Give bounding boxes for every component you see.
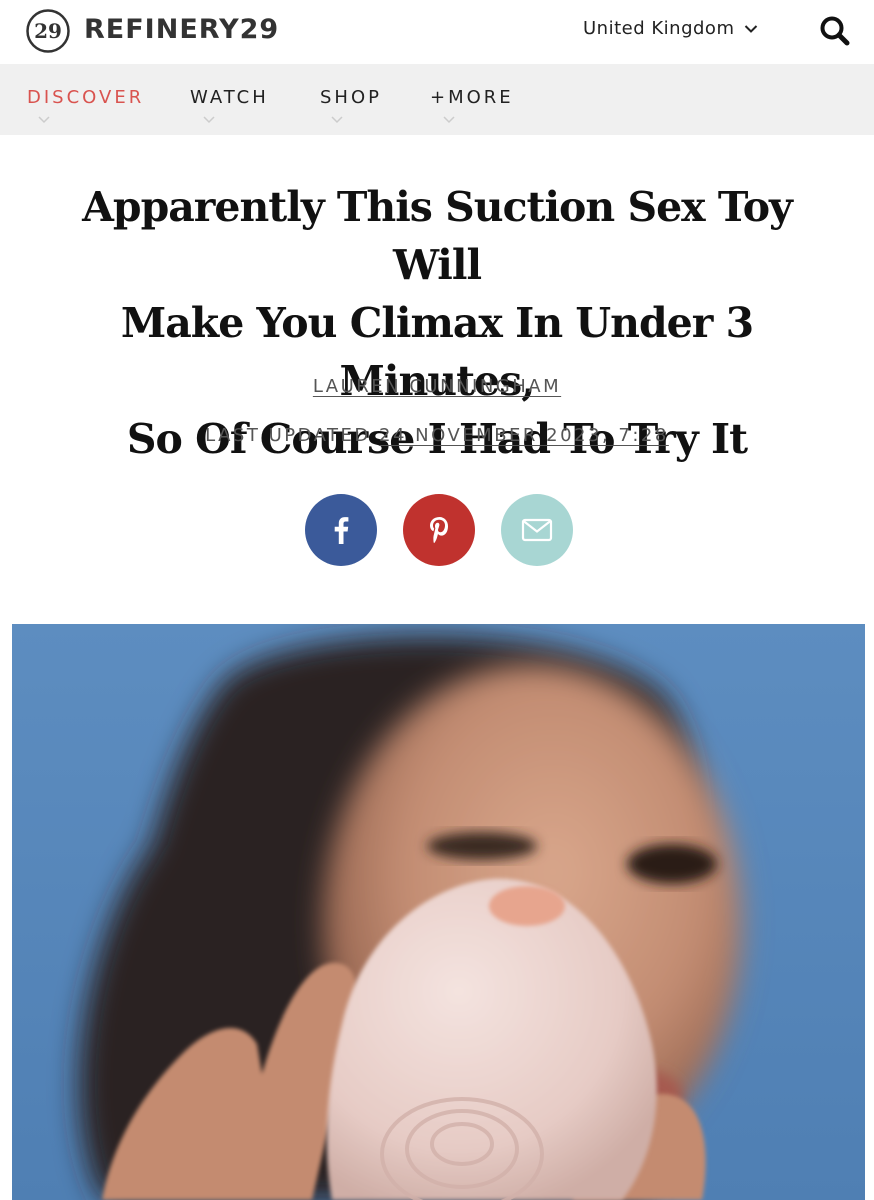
hero-image <box>12 624 865 1200</box>
nav-item-shop[interactable]: SHOP <box>320 87 382 108</box>
updated-prefix: LAST UPDATED <box>205 425 371 446</box>
logo-glyph: 29 <box>34 19 62 43</box>
main-nav: DISCOVER WATCH SHOP +MORE <box>0 64 874 135</box>
headline-line: Apparently This Suction Sex Toy Will <box>82 183 793 289</box>
nav-item-watch[interactable]: WATCH <box>190 87 269 108</box>
pinterest-icon <box>430 517 448 543</box>
brand-name[interactable]: REFINERY29 <box>84 14 279 45</box>
share-facebook-button[interactable] <box>305 494 377 566</box>
refinery29-logo-icon[interactable]: 29 <box>25 8 71 54</box>
email-icon <box>521 518 553 542</box>
author-link[interactable]: LAUREN CUNNINGHAM <box>313 376 561 397</box>
facebook-icon <box>334 517 349 544</box>
chevron-down-icon <box>443 116 455 124</box>
region-label: United Kingdom <box>583 18 735 39</box>
chevron-down-icon <box>331 116 343 124</box>
chevron-down-icon <box>203 116 215 124</box>
nav-item-more[interactable]: +MORE <box>430 87 514 108</box>
region-selector[interactable]: United Kingdom <box>583 18 758 39</box>
last-updated: LAST UPDATED 24 NOVEMBER 2023, 7:28 <box>0 425 874 446</box>
chevron-down-icon <box>38 116 50 124</box>
hero-photo <box>12 624 865 1200</box>
byline: LAUREN CUNNINGHAM <box>0 376 874 397</box>
search-icon <box>820 16 850 46</box>
search-button[interactable] <box>818 14 852 48</box>
site-header: 29 REFINERY29 United Kingdom <box>0 0 874 64</box>
share-email-button[interactable] <box>501 494 573 566</box>
updated-date-link[interactable]: 24 NOVEMBER 2023, 7:28 <box>379 425 669 446</box>
chevron-down-icon <box>745 24 758 33</box>
share-pinterest-button[interactable] <box>403 494 475 566</box>
nav-item-discover[interactable]: DISCOVER <box>27 87 144 108</box>
